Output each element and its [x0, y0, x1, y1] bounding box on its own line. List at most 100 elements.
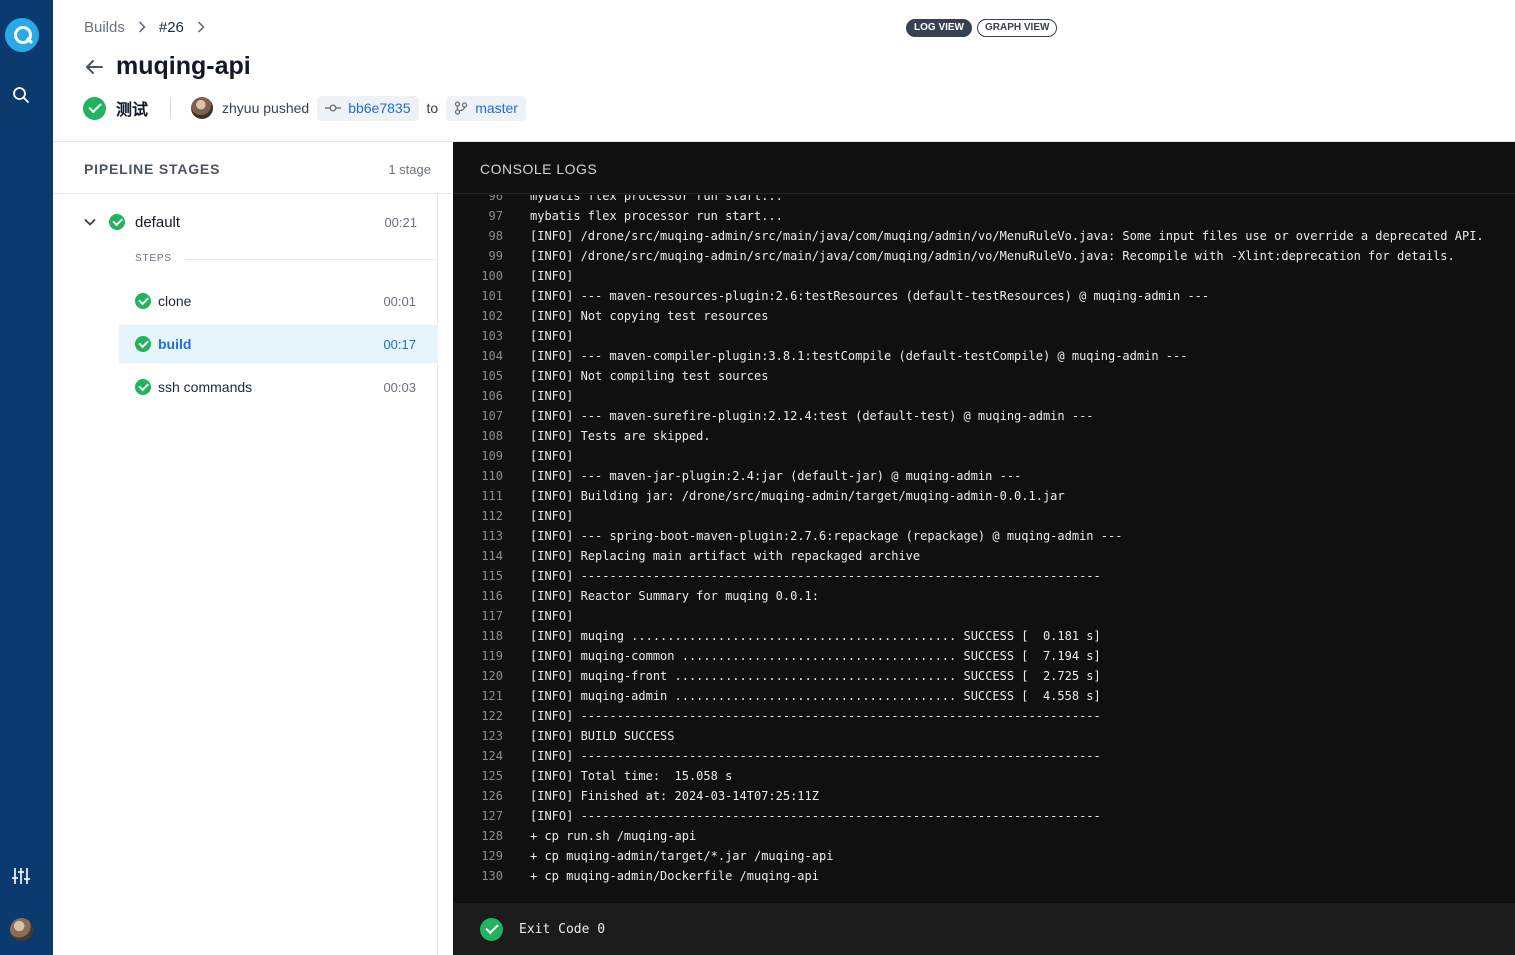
line-number: 108	[481, 429, 503, 443]
stage-name: default	[135, 213, 181, 231]
console-header: CONSOLE LOGS	[453, 142, 1515, 194]
chevron-down-icon[interactable]	[84, 218, 96, 226]
line-number: 99	[488, 249, 503, 263]
log-text: [INFO]	[530, 449, 574, 463]
log-text: [INFO] muqing-front ....................…	[530, 669, 1101, 683]
line-number: 120	[481, 669, 503, 683]
page-title: muqing-api	[116, 52, 251, 80]
step-ssh-commands[interactable]: ssh commands 00:03	[119, 368, 438, 406]
log-text: [INFO] ---------------------------------…	[530, 709, 1101, 723]
step-clone[interactable]: clone 00:01	[119, 282, 438, 320]
log-text: + cp muqing-admin/target/*.jar /muqing-a…	[530, 849, 834, 863]
line-number: 125	[481, 769, 503, 783]
line-number: 117	[481, 609, 503, 623]
line-number: 98	[488, 229, 503, 243]
line-number: 107	[481, 409, 503, 423]
log-line: 97 mybatis flex processor run start...	[453, 206, 1515, 226]
log-line: 125 [INFO] Total time: 15.058 s	[453, 766, 1515, 786]
app-logo-icon[interactable]	[5, 18, 39, 52]
log-line: 99 [INFO] /drone/src/muqing-admin/src/mai…	[453, 246, 1515, 266]
step-duration: 00:17	[383, 336, 416, 352]
build-header: Builds #26 LOG VIEW GRAPH VIEW muqing-ap…	[53, 0, 1515, 142]
divider	[185, 259, 437, 260]
log-text: [INFO]	[530, 329, 574, 343]
exit-code-label: Exit Code 0	[519, 921, 606, 937]
log-line: 129 + cp muqing-admin/target/*.jar /muqin…	[453, 846, 1515, 866]
log-line: 102 [INFO] Not copying test resources	[453, 306, 1515, 326]
line-number: 102	[481, 309, 503, 323]
line-number: 111	[481, 489, 503, 503]
graph-view-button[interactable]: GRAPH VIEW	[977, 19, 1058, 37]
back-arrow-icon[interactable]	[84, 57, 104, 77]
log-line: 111 [INFO] Building jar: /drone/src/muqin…	[453, 486, 1515, 506]
stages-header: PIPELINE STAGES 1 stage	[53, 142, 453, 194]
log-line: 118 [INFO] muqing .......................…	[453, 626, 1515, 646]
log-line: 124 [INFO] ------------------------------…	[453, 746, 1515, 766]
log-text: mybatis flex processor run start...	[530, 209, 783, 223]
avatar	[191, 97, 214, 119]
branch-link[interactable]: master	[446, 95, 526, 121]
commit-sha: bb6e7835	[348, 100, 411, 116]
line-number: 124	[481, 749, 503, 763]
search-icon[interactable]	[12, 86, 30, 104]
log-line: 109 [INFO]	[453, 446, 1515, 466]
user-avatar-icon[interactable]	[10, 918, 33, 941]
log-line: 116 [INFO] Reactor Summary for muqing 0.0…	[453, 586, 1515, 606]
log-text: [INFO] /drone/src/muqing-admin/src/main/…	[530, 249, 1455, 263]
line-number: 97	[488, 209, 503, 223]
log-line: 103 [INFO]	[453, 326, 1515, 346]
view-toggle: LOG VIEW GRAPH VIEW	[906, 19, 1058, 37]
log-line: 107 [INFO] --- maven-surefire-plugin:2.12…	[453, 406, 1515, 426]
left-rail	[0, 0, 53, 955]
steps-label: STEPS	[135, 253, 172, 264]
to-text: to	[426, 100, 439, 116]
log-text: + cp run.sh /muqing-api	[530, 829, 697, 843]
line-number: 116	[481, 589, 503, 603]
log-text: [INFO] Not compiling test sources	[530, 369, 769, 383]
line-number: 123	[481, 729, 503, 743]
chevron-right-icon	[197, 20, 205, 36]
log-view-button[interactable]: LOG VIEW	[906, 19, 972, 37]
log-text: [INFO] Building jar: /drone/src/muqing-a…	[530, 489, 1065, 503]
log-line: 104 [INFO] --- maven-compiler-plugin:3.8.…	[453, 346, 1515, 366]
log-text: [INFO] --- maven-resources-plugin:2.6:te…	[530, 289, 1210, 303]
line-number: 105	[481, 369, 503, 383]
commit-link[interactable]: bb6e7835	[317, 95, 419, 121]
step-build[interactable]: build 00:17	[119, 325, 438, 363]
log-text: [INFO] BUILD SUCCESS	[530, 729, 675, 743]
commit-icon	[325, 104, 342, 112]
log-output[interactable]: 96 mybatis flex processor run start... 97 m…	[453, 195, 1515, 903]
settings-sliders-icon[interactable]	[11, 866, 31, 886]
log-text: [INFO]	[530, 389, 574, 403]
stage-count: 1 stage	[388, 162, 431, 177]
branch-name: master	[475, 100, 518, 116]
log-line: 120 [INFO] muqing-front .................…	[453, 666, 1515, 686]
log-line: 105 [INFO] Not compiling test sources	[453, 366, 1515, 386]
log-text: [INFO] --- maven-compiler-plugin:3.8.1:t…	[530, 349, 1188, 363]
log-line: 117 [INFO]	[453, 606, 1515, 626]
log-line: 126 [INFO] Finished at: 2024-03-14T07:25:…	[453, 786, 1515, 806]
log-text: [INFO] Finished at: 2024-03-14T07:25:11Z	[530, 789, 819, 803]
line-number: 114	[481, 549, 503, 563]
step-name: build	[158, 336, 192, 352]
step-duration: 00:03	[383, 379, 416, 395]
log-text: [INFO] Tests are skipped.	[530, 429, 711, 443]
log-line: 114 [INFO] Replacing main artifact with r…	[453, 546, 1515, 566]
log-line: 100 [INFO]	[453, 266, 1515, 286]
line-number: 100	[481, 269, 503, 283]
line-number: 104	[481, 349, 503, 363]
breadcrumb-build-number[interactable]: #26	[159, 19, 184, 36]
log-line: 119 [INFO] muqing-common ................…	[453, 646, 1515, 666]
log-line: 127 [INFO] ------------------------------…	[453, 806, 1515, 826]
log-text: [INFO] ---------------------------------…	[530, 809, 1101, 823]
breadcrumb-builds-link[interactable]: Builds	[84, 19, 125, 36]
log-line: 101 [INFO] --- maven-resources-plugin:2.6…	[453, 286, 1515, 306]
line-number: 129	[481, 849, 503, 863]
log-text: [INFO] Replacing main artifact with repa…	[530, 549, 921, 563]
log-line: 96 mybatis flex processor run start...	[453, 195, 1515, 206]
chevron-right-icon	[138, 20, 146, 36]
stage-default[interactable]: default 00:21	[84, 212, 424, 232]
success-check-icon	[109, 214, 125, 230]
line-number: 109	[481, 449, 503, 463]
log-text: [INFO] muqing-admin ....................…	[530, 689, 1101, 703]
